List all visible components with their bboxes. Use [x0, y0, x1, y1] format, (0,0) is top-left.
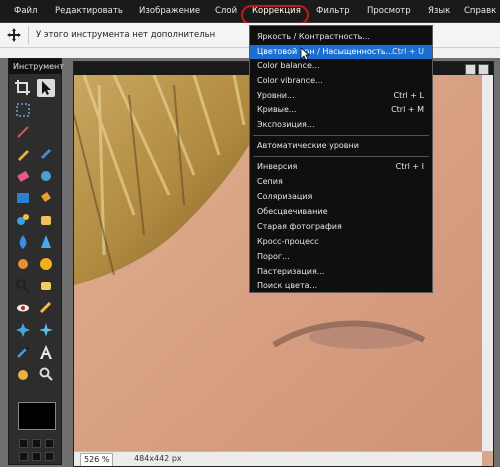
lasso-tool-icon[interactable] [14, 123, 32, 141]
close-icon[interactable] [478, 64, 489, 75]
menu-adjustments[interactable]: Коррекция [252, 0, 301, 22]
crop-tool-icon[interactable] [14, 79, 32, 97]
menu-item-color-vibrance[interactable]: Color vibrance... [250, 74, 432, 88]
image-size-label: 484x442 px [134, 454, 182, 463]
hand-tool-icon[interactable] [14, 365, 32, 383]
sponge-tool-icon[interactable] [37, 277, 55, 295]
text-tool-icon[interactable] [37, 343, 55, 361]
color-swatch[interactable] [18, 402, 56, 430]
bucket-tool-icon[interactable] [37, 189, 55, 207]
menu-layer[interactable]: Слой [215, 0, 237, 22]
menu-item-exposure[interactable]: Экспозиция... [250, 118, 432, 132]
red-eye-tool-icon[interactable] [14, 299, 32, 317]
menu-bar: Файл Редактировать Изображение Слой Корр… [0, 0, 500, 23]
gradient-tool-icon[interactable] [14, 189, 32, 207]
menu-item-solarize[interactable]: Соляризация [250, 190, 432, 204]
bloat-tool-icon[interactable] [14, 321, 32, 339]
brush-tool-icon[interactable] [37, 145, 55, 163]
tool-panel-title: Инструмент [9, 59, 64, 74]
menu-item-invert[interactable]: Инверсия Ctrl + I [250, 160, 432, 174]
clone-tool-icon[interactable] [14, 211, 32, 229]
menu-item-old-photo[interactable]: Старая фотография [250, 220, 432, 234]
stamp-tool-icon[interactable] [37, 211, 55, 229]
spot-heal-tool-icon[interactable] [37, 299, 55, 317]
smudge-tool-icon[interactable] [37, 167, 55, 185]
options-message: У этого инструмента нет дополнительн [36, 30, 216, 40]
dodge-tool-icon[interactable] [14, 255, 32, 273]
vertical-scrollbar[interactable] [482, 75, 493, 451]
zoom-tool-icon[interactable] [14, 277, 32, 295]
menu-item-threshold[interactable]: Порог... [250, 250, 432, 264]
tool-panel: Инструмент [8, 58, 64, 465]
menu-edit[interactable]: Редактировать [55, 0, 123, 22]
menu-item-posterize[interactable]: Пастеризация... [250, 265, 432, 279]
menu-help[interactable]: Справк [464, 0, 496, 22]
menu-file[interactable]: Файл [14, 0, 37, 22]
menu-item-sepia[interactable]: Сепия [250, 175, 432, 189]
blur-tool-icon[interactable] [14, 233, 32, 251]
menu-item-auto-levels[interactable]: Автоматические уровни [250, 139, 432, 153]
marquee-tool-icon[interactable] [14, 101, 32, 119]
magnifier-tool-icon[interactable] [37, 365, 55, 383]
adjustments-menu: Яркость / Контрастность... Цветовой тон … [249, 25, 433, 293]
pinch-tool-icon[interactable] [37, 321, 55, 339]
menu-item-desaturate[interactable]: Обесцвечивание [250, 205, 432, 219]
swatch-controls[interactable] [19, 439, 55, 463]
menu-separator [253, 135, 429, 136]
maximize-icon[interactable] [465, 64, 476, 75]
menu-language[interactable]: Язык [428, 0, 450, 22]
eraser-tool-icon[interactable] [14, 167, 32, 185]
menu-item-hue-saturation[interactable]: Цветовой тон / Насыщенность... Ctrl + U [250, 45, 432, 59]
status-bar: 526 % 484x442 px [74, 451, 482, 466]
menu-item-color-balance[interactable]: Color balance... [250, 59, 432, 73]
menu-item-levels[interactable]: Уровни... Ctrl + L [250, 89, 432, 103]
menu-item-brightness-contrast[interactable]: Яркость / Контрастность... [250, 30, 432, 44]
menu-view[interactable]: Просмотр [367, 0, 411, 22]
pencil-tool-icon[interactable] [14, 145, 32, 163]
color-picker-tool-icon[interactable] [14, 343, 32, 361]
menu-image[interactable]: Изображение [139, 0, 200, 22]
move-tool-icon [7, 28, 21, 42]
move-tool-icon[interactable] [37, 79, 55, 97]
menu-filter[interactable]: Фильтр [316, 0, 350, 22]
menu-item-color-lookup[interactable]: Поиск цвета... [250, 279, 432, 293]
menu-item-curves[interactable]: Кривые... Ctrl + M [250, 103, 432, 117]
mouse-cursor-icon [300, 47, 310, 61]
menu-item-cross-process[interactable]: Кросс-процесс [250, 235, 432, 249]
menu-separator [253, 156, 429, 157]
sharpen-tool-icon[interactable] [37, 233, 55, 251]
options-divider [28, 26, 29, 44]
burn-tool-icon[interactable] [37, 255, 55, 273]
